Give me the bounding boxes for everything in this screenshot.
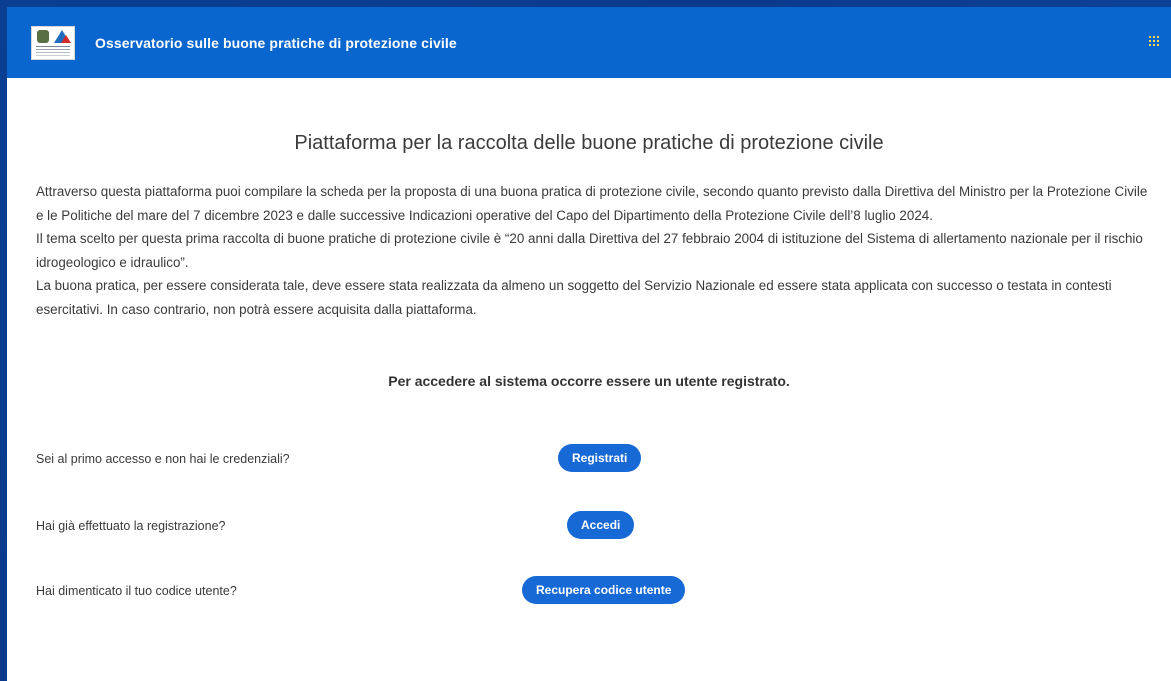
register-question: Sei al primo accesso e non hai le creden… — [36, 452, 290, 466]
intro-paragraph: Attraverso questa piattaforma puoi compi… — [36, 184, 1148, 223]
action-row-login: Hai già effettuato la registrazione? Acc… — [36, 511, 1136, 541]
register-button[interactable]: Registrati — [558, 444, 642, 472]
apps-grid-icon[interactable] — [1149, 36, 1161, 48]
app-title[interactable]: Osservatorio sulle buone pratiche di pro… — [95, 35, 457, 51]
app-frame: Osservatorio sulle buone pratiche di pro… — [0, 0, 1171, 681]
intro-paragraph: Il tema scelto per questa prima raccolta… — [36, 231, 1143, 270]
intro-paragraph: La buona pratica, per essere considerata… — [36, 278, 1112, 317]
app-header: Osservatorio sulle buone pratiche di pro… — [7, 7, 1171, 78]
intro-text: Attraverso questa piattaforma puoi compi… — [36, 180, 1156, 321]
login-question: Hai già effettuato la registrazione? — [36, 519, 226, 533]
protezione-civile-logo-icon[interactable] — [31, 25, 75, 60]
action-row-register: Sei al primo accesso e non hai le creden… — [36, 444, 1136, 474]
triangle-accent-icon — [61, 34, 71, 43]
action-row-recover: Hai dimenticato il tuo codice utente? Re… — [36, 576, 1136, 606]
recover-question: Hai dimenticato il tuo codice utente? — [36, 584, 237, 598]
logo-text-lines — [36, 45, 70, 47]
recover-code-button[interactable]: Recupera codice utente — [522, 576, 686, 604]
login-button[interactable]: Accedi — [567, 511, 635, 539]
main-content: Piattaforma per la raccolta delle buone … — [7, 78, 1171, 681]
republic-emblem-icon — [37, 29, 49, 43]
access-notice: Per accedere al sistema occorre essere u… — [388, 373, 790, 389]
page-title: Piattaforma per la raccolta delle buone … — [294, 132, 884, 154]
